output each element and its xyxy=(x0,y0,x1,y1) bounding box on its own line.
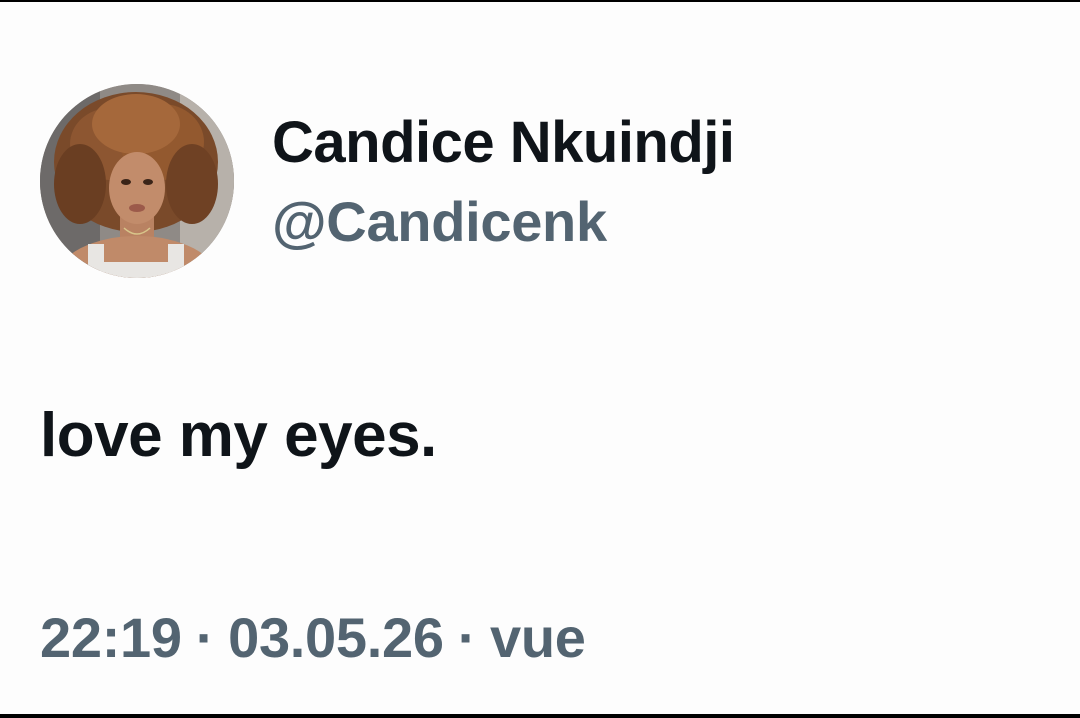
views-label: vue xyxy=(490,606,586,669)
meta-separator: · xyxy=(457,606,477,669)
avatar[interactable] xyxy=(40,84,234,278)
tweet-card: Candice Nkuindji @Candicenk love my eyes… xyxy=(0,2,1080,714)
display-name[interactable]: Candice Nkuindji xyxy=(272,110,735,176)
user-handle[interactable]: @Candicenk xyxy=(272,190,607,254)
screenshot-frame: Candice Nkuindji @Candicenk love my eyes… xyxy=(0,0,1080,718)
avatar-photo-icon xyxy=(40,84,234,278)
meta-separator: · xyxy=(195,606,215,669)
tweet-date[interactable]: 03.05.26 xyxy=(228,606,444,670)
tweet-time[interactable]: 22:19 xyxy=(40,606,182,670)
tweet-meta: 22:19 · 03.05.26 · vue xyxy=(40,606,586,670)
tweet-text: love my eyes. xyxy=(40,401,437,470)
